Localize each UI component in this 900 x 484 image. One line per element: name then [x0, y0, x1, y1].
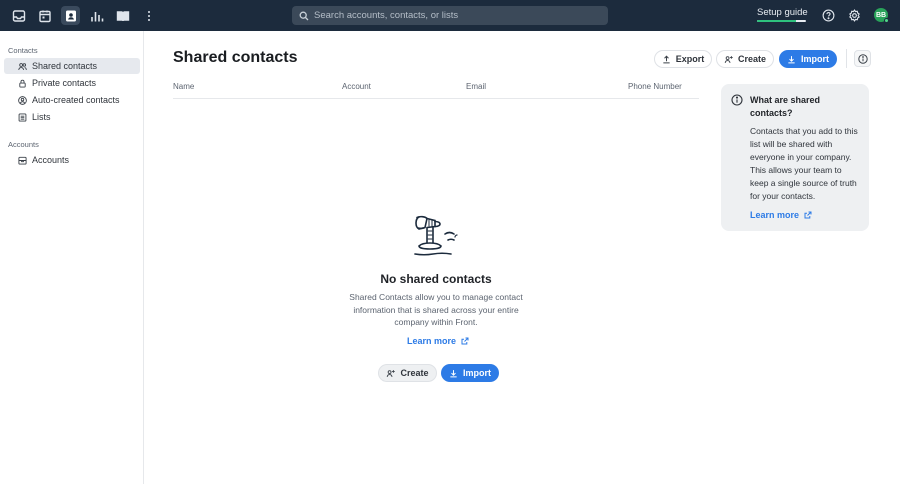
download-icon	[450, 369, 457, 377]
inbox-icon[interactable]	[9, 6, 28, 25]
setup-guide[interactable]: Setup guide	[757, 7, 808, 22]
sidebar-item-shared-contacts[interactable]: Shared contacts	[4, 58, 140, 74]
info-panel-title: What are shared contacts?	[750, 95, 821, 118]
external-link-icon	[461, 337, 469, 345]
column-header-account[interactable]: Account	[342, 82, 371, 91]
empty-state-import-button[interactable]: Import	[441, 364, 499, 382]
info-panel: What are shared contacts? Contacts that …	[721, 84, 869, 231]
import-button-label: Import	[463, 368, 491, 378]
analytics-icon[interactable]	[87, 6, 106, 25]
create-button-label: Create	[400, 368, 429, 378]
contacts-icon[interactable]	[61, 6, 80, 25]
contacts-section-heading: Contacts	[8, 46, 38, 55]
info-panel-body: Contacts that you add to this list will …	[750, 126, 858, 201]
sidebar-item-private-contacts[interactable]: Private contacts	[4, 75, 140, 91]
setup-progress-bar	[757, 20, 806, 22]
sidebar-item-label: Lists	[32, 112, 51, 122]
setup-guide-label: Setup guide	[757, 7, 808, 18]
sidebar-item-label: Accounts	[32, 155, 70, 165]
add-user-icon	[724, 55, 733, 63]
learn-more-label: Learn more	[407, 336, 457, 346]
column-header-email[interactable]: Email	[466, 82, 486, 91]
empty-state-create-button[interactable]: Create	[378, 364, 437, 382]
calendar-icon[interactable]	[35, 6, 54, 25]
lock-icon	[19, 79, 26, 88]
sidebar-item-accounts[interactable]: Accounts	[4, 152, 140, 168]
download-icon	[788, 55, 795, 63]
gear-icon[interactable]	[847, 8, 861, 22]
sidebar-item-label: Shared contacts	[32, 61, 98, 71]
create-button[interactable]: Create	[716, 50, 774, 68]
create-button-label: Create	[737, 54, 766, 64]
upload-icon	[663, 55, 670, 63]
sidebar-item-auto-created-contacts[interactable]: Auto-created contacts	[4, 92, 140, 108]
column-header-name[interactable]: Name	[173, 82, 194, 91]
export-button-label: Export	[675, 54, 705, 64]
building-icon	[18, 156, 27, 165]
help-icon[interactable]	[821, 8, 835, 22]
sidebar-item-label: Private contacts	[32, 78, 97, 88]
info-icon	[731, 94, 743, 106]
accounts-section-heading: Accounts	[8, 140, 39, 149]
more-icon[interactable]	[139, 6, 158, 25]
top-bar: Search accounts, contacts, or lists Setu…	[0, 0, 900, 31]
sidebar: Contacts Shared contacts Private contact…	[0, 31, 144, 484]
search-placeholder: Search accounts, contacts, or lists	[314, 10, 459, 21]
column-header-phone-number[interactable]: Phone Number	[628, 82, 682, 91]
empty-state-title: No shared contacts	[380, 272, 492, 286]
empty-state-description: Shared Contacts allow you to manage cont…	[349, 292, 523, 327]
info-panel-toggle[interactable]	[854, 50, 871, 67]
auto-user-icon	[18, 95, 27, 105]
empty-state-learn-more-link[interactable]: Learn more	[407, 336, 469, 346]
info-panel-learn-more-link[interactable]: Learn more	[750, 210, 812, 220]
sidebar-item-lists[interactable]: Lists	[4, 109, 140, 125]
learn-more-label: Learn more	[750, 210, 800, 220]
setup-progress-fill	[757, 20, 797, 22]
table-header-divider	[173, 98, 699, 99]
import-button[interactable]: Import	[779, 50, 837, 68]
add-user-icon	[387, 369, 396, 377]
list-icon	[18, 112, 27, 122]
export-button[interactable]: Export	[654, 50, 712, 68]
telescope-illustration-icon	[414, 215, 458, 256]
page-title: Shared contacts	[173, 49, 298, 66]
external-link-icon	[804, 211, 812, 219]
info-icon	[857, 53, 868, 64]
users-icon	[18, 62, 27, 70]
knowledge-base-icon[interactable]	[113, 6, 132, 25]
sidebar-item-label: Auto-created contacts	[32, 95, 120, 105]
search-input[interactable]: Search accounts, contacts, or lists	[292, 6, 608, 25]
header-divider	[846, 49, 847, 68]
import-button-label: Import	[801, 54, 829, 64]
online-status-dot	[884, 18, 889, 23]
search-icon	[299, 11, 309, 20]
